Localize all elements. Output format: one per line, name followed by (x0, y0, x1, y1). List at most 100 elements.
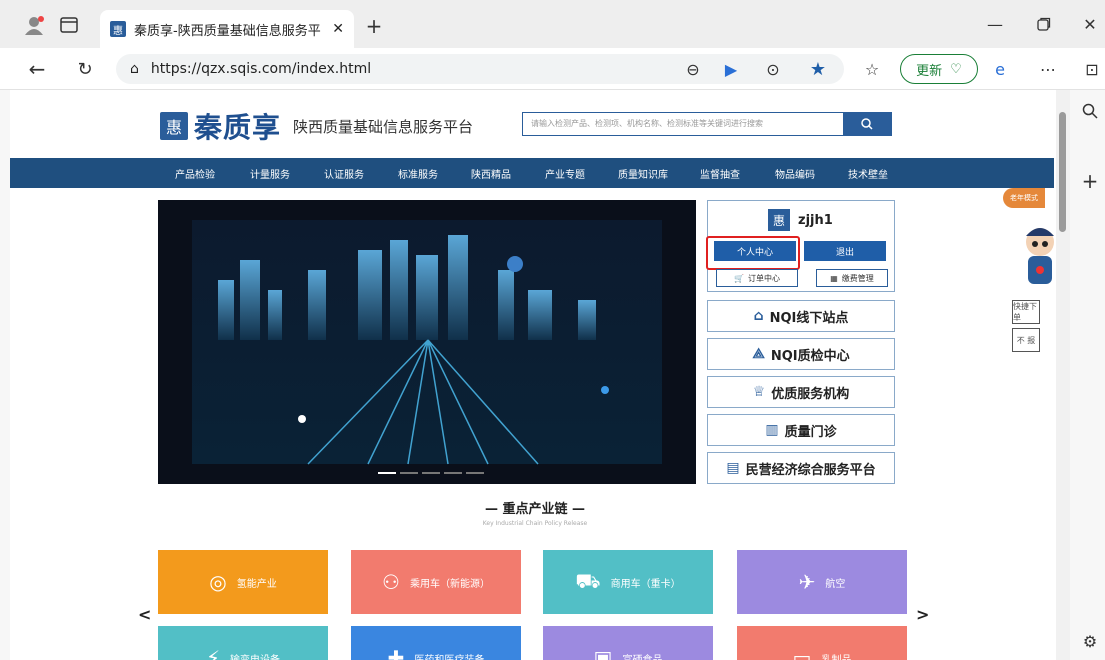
nav-item[interactable]: 技术壁垒 (848, 166, 888, 181)
edge-icon[interactable]: e (990, 60, 1010, 79)
food-icon: ▣ (593, 646, 613, 660)
logo-badge: 惠 (160, 112, 188, 140)
page-info-icon[interactable]: ⌂ (130, 61, 139, 77)
quick-order-button[interactable]: 快捷下单 (1012, 300, 1040, 324)
zoom-icon[interactable]: ⊖ (684, 60, 702, 79)
sidebar-toggle-icon[interactable]: ⊡ (1082, 60, 1102, 79)
browser-tab-bar: 惠 秦质享-陕西质量基础信息服务平 ✕ + — ✕ (0, 0, 1105, 48)
service-quality-org[interactable]: ♕ 优质服务机构 (707, 376, 895, 408)
nav-item[interactable]: 物品编码 (775, 166, 815, 181)
site-logo[interactable]: 惠 秦质享 陕西质量基础信息服务平台 (160, 106, 473, 146)
nav-item[interactable]: 计量服务 (250, 166, 290, 181)
chain-card-label: 氢能产业 (236, 578, 277, 590)
order-center-button[interactable]: 🛒 订单中心 (716, 269, 798, 287)
more-tools-icon[interactable]: ⊙ (764, 60, 782, 79)
new-tab-icon[interactable]: + (364, 14, 384, 38)
chain-card-label: 乘用车（新能源） (409, 578, 490, 590)
service-label: NQI质检中心 (770, 348, 850, 364)
nav-item[interactable]: 产业专题 (545, 166, 585, 181)
close-window-icon[interactable]: ✕ (1080, 14, 1100, 34)
chart-board-icon: ▤ (726, 460, 740, 476)
update-button[interactable]: 更新 ♡ (900, 54, 978, 84)
tab-actions-icon[interactable] (58, 14, 80, 36)
invoice-button[interactable]: ▦ 缴费管理 (816, 269, 888, 287)
service-nqi-center[interactable]: ⟁ NQI质检中心 (707, 338, 895, 370)
user-avatar: 惠 (768, 209, 790, 231)
logo-subtitle: 陕西质量基础信息服务平台 (293, 117, 474, 136)
chain-card[interactable]: ⚡ 输变电设备 (158, 626, 328, 660)
medal-icon: ♕ (752, 384, 766, 400)
chain-card[interactable]: ⛟ 商用车（重卡） (543, 550, 713, 614)
house-icon: ⌂ (753, 308, 764, 324)
sidebar-settings-icon[interactable]: ⚙ (1081, 632, 1099, 651)
car-icon: ⚇ (382, 570, 400, 594)
chain-card[interactable]: ✚ 医药和医疗装备 (351, 626, 521, 660)
service-label: 质量门诊 (784, 424, 837, 440)
nav-item[interactable]: 监督抽查 (700, 166, 740, 181)
chain-card[interactable]: ◎ 氢能产业 (158, 550, 328, 614)
section-title-text: 重点产业链 (502, 502, 568, 517)
sidebar-search-icon[interactable] (1081, 102, 1099, 120)
site-favicon-icon: 惠 (110, 21, 126, 37)
nav-item[interactable]: 陕西精品 (471, 166, 511, 181)
favorite-star-icon[interactable]: ★ (808, 59, 828, 80)
scrollbar-thumb[interactable] (1059, 112, 1066, 232)
nav-item[interactable]: 产品检验 (175, 166, 215, 181)
mascot-image[interactable] (1020, 220, 1056, 290)
chain-card-label: 乳制品 (821, 654, 852, 660)
report-label: 不 报 (1016, 335, 1036, 345)
carousel-prev-icon[interactable]: < (138, 605, 151, 624)
section-title: — 重点产业链 — (470, 498, 600, 517)
nav-item[interactable]: 质量知识库 (618, 166, 668, 181)
browser-tab[interactable]: 惠 秦质享-陕西质量基础信息服务平 ✕ (100, 10, 354, 48)
chain-card[interactable]: ▣ 富硒食品 (543, 626, 713, 660)
chain-card[interactable]: ▭ 乳制品 (737, 626, 907, 660)
hero-banner[interactable] (158, 200, 696, 484)
service-label: 优质服务机构 (771, 386, 850, 402)
back-icon[interactable]: ← (26, 57, 48, 81)
favorites-list-icon[interactable]: ☆ (862, 60, 882, 79)
service-label: 民营经济综合服务平台 (745, 462, 876, 478)
chain-card-label: 医药和医疗装备 (414, 654, 485, 660)
close-tab-icon[interactable]: ✕ (332, 21, 344, 37)
cart-icon: 🛒 (734, 273, 744, 283)
page-scrollbar[interactable] (1056, 90, 1070, 660)
search-button[interactable] (843, 113, 891, 135)
service-quality-clinic[interactable]: ▥ 质量门诊 (707, 414, 895, 446)
report-button[interactable]: 不 报 (1012, 328, 1040, 352)
profile-icon[interactable] (22, 14, 46, 36)
nav-item[interactable]: 认证服务 (324, 166, 364, 181)
url-text[interactable]: https://qzx.sqis.com/index.html (151, 61, 371, 77)
nav-item[interactable]: 标准服务 (398, 166, 438, 181)
search-input[interactable]: 请输入检测产品、检测项、机构名称、检测标准等关键词进行搜索 (523, 113, 843, 135)
heartbeat-icon: ♡ (950, 61, 962, 77)
order-center-label: 订单中心 (747, 273, 780, 283)
service-private-economy[interactable]: ▤ 民营经济综合服务平台 (707, 452, 895, 484)
settings-more-icon[interactable]: ⋯ (1038, 60, 1058, 79)
service-nqi-station[interactable]: ⌂ NQI线下站点 (707, 300, 895, 332)
logout-button[interactable]: 退出 (804, 241, 886, 261)
elder-mode-button[interactable]: 老年模式 (1003, 188, 1045, 208)
chain-card[interactable]: ⚇ 乘用车（新能源） (351, 550, 521, 614)
title-dash: — (484, 502, 503, 517)
tag-icon: ⟁ (752, 346, 765, 362)
service-label: NQI线下站点 (769, 310, 849, 326)
highlight-box (706, 236, 800, 270)
refresh-icon[interactable]: ↻ (74, 58, 96, 80)
minimize-icon[interactable]: — (985, 14, 1005, 34)
power-tower-icon: ⚡ (205, 646, 221, 660)
search-icon (861, 118, 873, 130)
invoice-icon: ▦ (830, 273, 838, 283)
hydrogen-icon: ◎ (209, 570, 227, 594)
carousel-next-icon[interactable]: > (916, 605, 929, 624)
sidebar-add-icon[interactable]: + (1081, 169, 1099, 193)
read-aloud-icon[interactable]: ▶ (722, 60, 740, 79)
user-panel: 惠 zjjh1 个人中心 退出 🛒 订单中心 ▦ 缴费管理 (706, 200, 895, 292)
restore-icon[interactable] (1034, 14, 1054, 34)
username: zjjh1 (798, 212, 833, 228)
chain-card[interactable]: ✈ 航空 (737, 550, 907, 614)
browser-sidebar: + ⚙ (1075, 90, 1105, 660)
syringe-icon: ✚ (387, 646, 405, 660)
building-icon: ▥ (765, 422, 779, 438)
chain-card-label: 富硒食品 (622, 654, 663, 660)
